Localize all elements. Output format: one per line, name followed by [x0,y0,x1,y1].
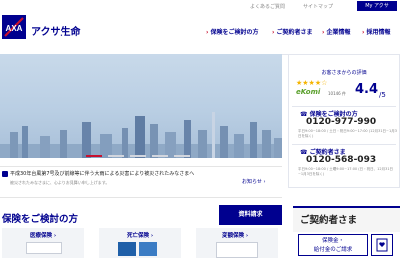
carousel-dot-4[interactable] [152,155,168,157]
contact-consider-hours: 平日9:00~18:00 / 土日・祝日9:00~17:00 (12月31日~1… [298,129,397,138]
carousel-dot-2[interactable] [108,155,124,157]
chevron-right-icon: › [149,233,154,239]
hero-title: 人生100年の歩き方 [54,34,228,55]
contact-consider-phone[interactable]: 0120-977-990 [306,117,376,127]
category-medical-label: 医療保険 › [30,231,56,239]
chevron-right-icon: › [263,179,266,185]
star-rating-icon: ★★★★☆ [296,79,328,87]
product-thumbnail [118,242,136,256]
news-link-label: お知らせ [242,179,262,185]
chevron-right-icon: › [244,233,249,239]
rating-label: お客さまからの評価 [321,70,367,76]
consider-section-title: 保険をご検討の方 [2,214,79,225]
nav-company[interactable]: › 企業情報 [322,27,351,36]
claim-button[interactable]: 保険金・ 給付金のご請求 [298,234,368,256]
nav-careers-label: 採用情報 [366,29,391,36]
rating-score-max: /5 [379,91,386,99]
nav-company-label: 企業情報 [326,29,351,36]
rating-score: 4.4 [355,82,379,97]
contact-policyholder-phone[interactable]: 0120-568-093 [306,155,376,165]
carousel-dot-5[interactable] [174,155,190,157]
notice-text[interactable]: 平成30年台風第7号及び前線等に伴う大雨による災害により被災されたみなさまへ [10,170,230,177]
review-count: 10146 件 [328,91,346,96]
category-variable-label: 変額保険 › [222,231,248,239]
news-link[interactable]: お知らせ › [242,178,266,185]
category-life-text: 死亡保険 [127,233,150,239]
claim-icon-button[interactable] [371,234,393,256]
ekomi-logo: eKomi [296,88,321,96]
notice-subtext: 被災されたみなさまに、心よりお見舞い申し上げます。 [10,180,110,185]
notice-icon [2,171,8,177]
claim-button-line1: 保険金・ [321,238,344,244]
chevron-right-icon: › [52,233,57,239]
sitemap-link[interactable]: サイトマップ [303,3,333,10]
brochure-request-button[interactable]: 資料請求 [219,205,282,225]
city-skyline-image [0,112,282,158]
hero-banner[interactable] [0,54,282,158]
faq-link[interactable]: よくあるご質問 [250,3,285,10]
product-thumbnail [139,242,157,256]
category-medical-text: 医療保険 [30,233,53,239]
document-heart-icon [376,238,388,252]
contact-policyholder-hours: 平日9:00~18:00 / 土曜9:00~17:00 (日・祝日、12月31日… [298,167,394,176]
category-life-label: 死亡保険 › [127,231,153,239]
chevron-right-icon: › [362,29,365,36]
category-variable-text: 変額保険 [222,233,245,239]
claim-button-line2: 給付金のご請求 [313,247,353,253]
my-axa-button[interactable]: My アクサ [357,1,397,11]
product-thumbnail [26,242,62,254]
nav-careers[interactable]: › 採用情報 [362,27,391,36]
product-thumbnail [216,242,258,258]
hero-subtitle: アクサ生命から人生100年時代を歩むみなさまへ [86,17,196,23]
policyholder-section-title: ご契約者さま [300,215,358,226]
divider [292,106,396,107]
carousel-dot-3[interactable] [130,155,146,157]
divider [292,144,396,145]
carousel-dot-1[interactable] [86,155,102,157]
chevron-right-icon: › [322,29,325,36]
